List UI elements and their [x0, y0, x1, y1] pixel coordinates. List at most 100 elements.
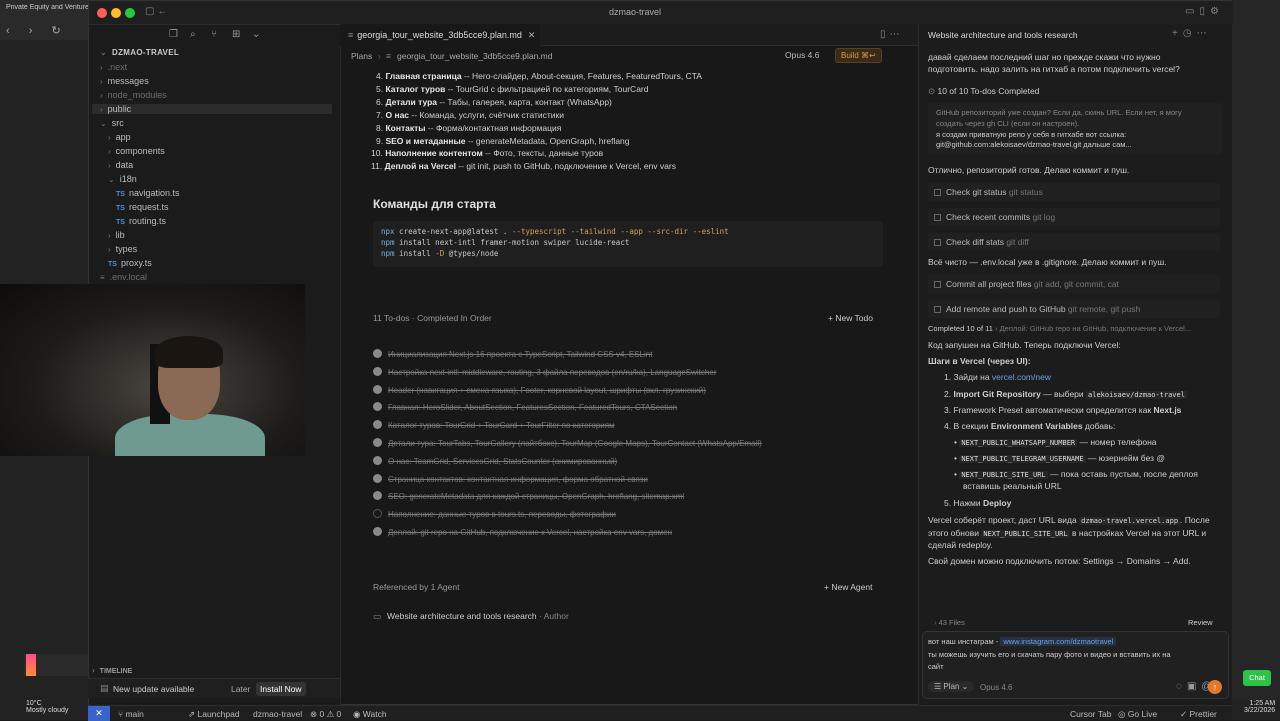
editor-actions-icons[interactable]: ▯⋯: [880, 29, 904, 40]
tree-item-label: routing.ts: [128, 216, 166, 226]
completed-status[interactable]: Completed 10 of 11 › Деплой: GitHub repo…: [928, 324, 1191, 333]
extensions-icon[interactable]: ⊞: [232, 29, 240, 40]
taskbar-clock[interactable]: 1:25 AM 3/22/2026: [1244, 700, 1275, 714]
later-button[interactable]: Later: [231, 684, 250, 694]
todo-item[interactable]: Инициализация Next.js 16 проекта с TypeS…: [373, 349, 652, 359]
tree-item[interactable]: TS navigation.ts: [116, 188, 180, 198]
code-block[interactable]: npx create-next-app@latest . --typescrip…: [373, 221, 883, 267]
browser-nav-icons[interactable]: ‹ › ↻: [6, 24, 69, 37]
todo-check-icon[interactable]: [373, 455, 382, 465]
cursor-tab-indicator[interactable]: Cursor Tab: [1070, 709, 1111, 719]
new-agent-button[interactable]: + New Agent: [824, 582, 872, 592]
tool-call-push[interactable]: Add remote and push to GitHub git remote…: [928, 300, 1220, 318]
tree-item[interactable]: › node_modules: [100, 90, 167, 100]
tree-item[interactable]: ≡ .env.local: [100, 272, 147, 282]
tree-item[interactable]: › public: [92, 104, 332, 114]
tree-item[interactable]: › app: [108, 132, 131, 142]
todo-check-icon[interactable]: [373, 402, 382, 412]
chat-button[interactable]: Chat: [1243, 670, 1271, 686]
todo-item[interactable]: Главная: HeroSlider, AboutSection, Featu…: [373, 402, 677, 412]
todo-check-icon[interactable]: [373, 527, 382, 536]
go-live-button[interactable]: ◎ Go Live: [1118, 709, 1157, 720]
tool-call-git-log[interactable]: Check recent commits git log: [928, 208, 1220, 226]
breadcrumb-plans[interactable]: Plans: [351, 51, 372, 61]
tool-call-git-diff[interactable]: Check diff stats git diff: [928, 233, 1220, 251]
tree-item[interactable]: › lib: [108, 230, 125, 240]
source-control-icon[interactable]: ⑂: [211, 29, 217, 40]
todo-label: SEO: generateMetadata для каждой страниц…: [388, 492, 685, 502]
review-button[interactable]: Review: [1188, 618, 1213, 627]
remote-icon[interactable]: ✕: [88, 706, 110, 721]
todo-check-icon[interactable]: [373, 420, 382, 430]
tab-plan-file[interactable]: ≡ georgia_tour_website_3db5cce9.plan.md ✕: [340, 24, 540, 46]
chevron-down-icon[interactable]: ⌄: [252, 29, 260, 40]
close-window-icon[interactable]: [97, 8, 107, 18]
tree-item[interactable]: › types: [108, 244, 137, 254]
todo-item[interactable]: О нас: TeamGrid, ServicesGrid, StatsCoun…: [373, 455, 617, 466]
launchpad[interactable]: ⇗ Launchpad: [188, 709, 240, 720]
minimize-window-icon[interactable]: [111, 8, 121, 18]
mode-selector[interactable]: ☰ Plan ⌄: [928, 681, 975, 692]
tree-item[interactable]: TS request.ts: [116, 202, 168, 212]
search-icon[interactable]: ⌕: [190, 29, 196, 40]
browser-tab[interactable]: Private Equity and Venture: [6, 4, 92, 11]
explorer-icon[interactable]: ❐: [169, 29, 178, 40]
tool-call-git-status[interactable]: Check git status git status: [928, 183, 1220, 201]
editor-tabs: ≡ georgia_tour_website_3db5cce9.plan.md ✕ …: [340, 24, 918, 46]
tree-item[interactable]: › .next: [100, 62, 127, 72]
todo-check-icon[interactable]: [373, 509, 382, 519]
tree-item[interactable]: › components: [108, 146, 165, 156]
branch-indicator[interactable]: ⑂ main: [118, 709, 144, 719]
commands-heading: Команды для старта: [373, 197, 496, 211]
breadcrumb-file[interactable]: georgia_tour_website_3db5cce9.plan.md: [397, 51, 552, 61]
tree-item[interactable]: ⌄ i18n: [108, 174, 137, 184]
files-changed[interactable]: › 43 Files: [934, 618, 965, 627]
maximize-window-icon[interactable]: [125, 8, 135, 18]
referenced-agent[interactable]: ▭ Website architecture and tools research…: [373, 611, 569, 622]
tree-item[interactable]: › data: [108, 160, 133, 170]
tree-item[interactable]: ⌄ src: [100, 118, 124, 128]
project-title[interactable]: ⌄ DZMAO-TRAVEL: [100, 48, 179, 57]
model-selector[interactable]: Opus 4.6: [785, 50, 820, 60]
layout-icons[interactable]: ▭▯⚙: [1185, 6, 1224, 17]
watch-indicator[interactable]: ◉ Watch: [353, 709, 387, 720]
todo-item[interactable]: Header (навигация + смена языка), Footer…: [373, 384, 706, 395]
todos-completed[interactable]: ⊙ 10 of 10 To-dos Completed: [928, 86, 1039, 97]
tool-call-commit[interactable]: Commit all project files git add, git co…: [928, 275, 1220, 293]
terminal-icon: [934, 239, 941, 246]
tree-item[interactable]: TS proxy.ts: [108, 258, 152, 268]
sidebar-toggle-icon[interactable]: ▢ ←: [145, 6, 167, 17]
close-tab-icon[interactable]: ✕: [528, 30, 536, 40]
todo-item[interactable]: Детали тура: TourTabs, TourGallery (лайт…: [373, 438, 762, 448]
prettier-indicator[interactable]: ✓ Prettier: [1180, 709, 1217, 720]
project-indicator[interactable]: dzmao-travel: [253, 709, 302, 719]
new-todo-button[interactable]: + New Todo: [828, 313, 873, 323]
build-button[interactable]: Build ⌘↩: [835, 48, 882, 63]
vercel-link[interactable]: vercel.com/new: [992, 372, 1051, 382]
tree-item[interactable]: › messages: [100, 76, 149, 86]
todo-check-icon[interactable]: [373, 438, 382, 447]
install-now-button[interactable]: Install Now: [256, 682, 306, 696]
send-icon[interactable]: ↑: [1208, 680, 1222, 694]
todo-item[interactable]: Каталог туров: TourGrid + TourCard + Tou…: [373, 420, 615, 430]
todo-item[interactable]: Настройка next-intl: middleware, routing…: [373, 366, 716, 377]
todo-item[interactable]: Наполнение: данные туров в tours.ts, пер…: [373, 509, 616, 519]
input-line1: вот наш инстаграм - www.instagram.com/dz…: [928, 637, 1117, 646]
todo-check-icon[interactable]: [373, 384, 382, 394]
todo-check-icon[interactable]: [373, 366, 382, 376]
instagram-link[interactable]: www.instagram.com/dzmaotravel: [1000, 637, 1117, 646]
todo-item[interactable]: Деплой: git repo на GitHub, подключение …: [373, 527, 672, 537]
taskbar-weather[interactable]: 10°C Mostly cloudy: [8, 700, 68, 714]
todo-check-icon[interactable]: [373, 491, 382, 501]
problems-indicator[interactable]: ⊗ 0 ⚠ 0: [310, 709, 341, 720]
timeline-section[interactable]: › TIMELINE: [92, 666, 132, 675]
todo-item[interactable]: SEO: generateMetadata для каждой страниц…: [373, 491, 684, 501]
final-line-1: Vercel соберёт проект, даст URL вида dzm…: [928, 515, 1210, 525]
todo-check-icon[interactable]: [373, 473, 382, 483]
input-model-selector[interactable]: Opus 4.6: [980, 683, 1012, 692]
todo-item[interactable]: Страница контактов: контактная информаци…: [373, 473, 648, 484]
tree-item-label: messages: [107, 76, 149, 86]
panel-actions-icons[interactable]: +◷⋯: [1172, 28, 1212, 39]
tree-item[interactable]: TS routing.ts: [116, 216, 166, 226]
todo-check-icon[interactable]: [373, 349, 382, 358]
